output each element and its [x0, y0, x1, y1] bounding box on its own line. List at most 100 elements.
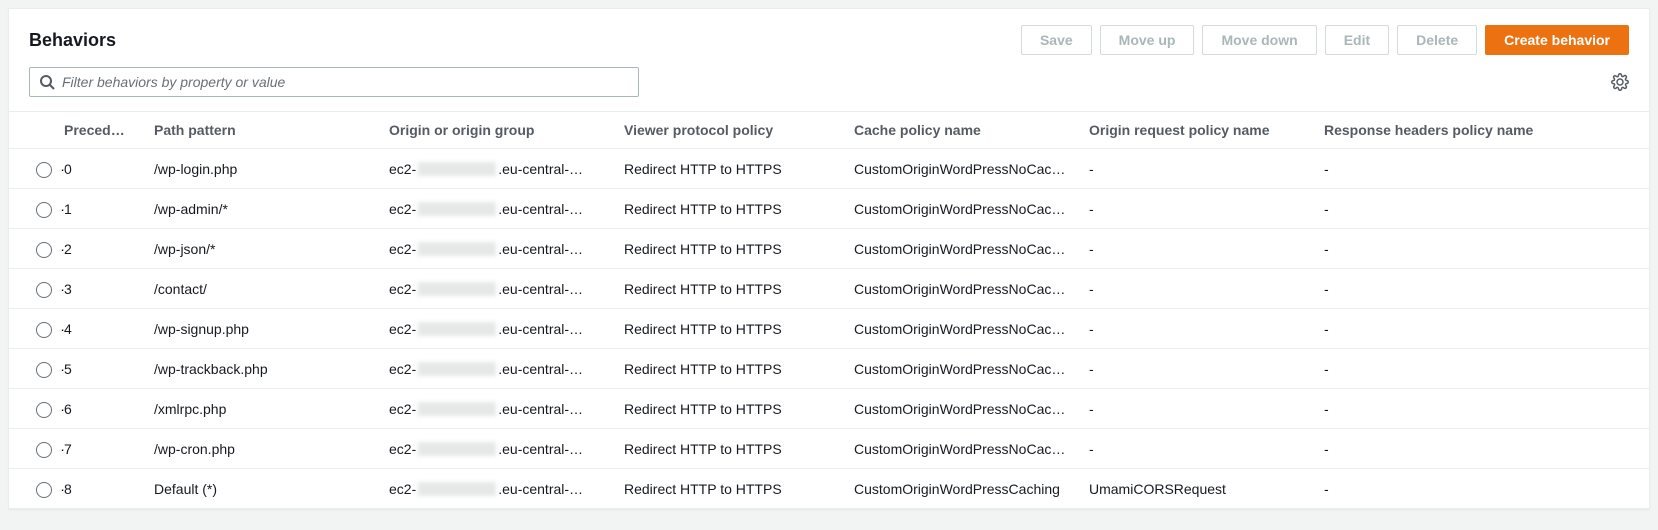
cell-cache-policy: CustomOriginWordPressNoCaching: [854, 389, 1089, 429]
table-row: 3/contact/ec2-.eu-central-…Redirect HTTP…: [9, 269, 1649, 309]
row-select-radio[interactable]: [36, 162, 52, 178]
row-select-radio[interactable]: [36, 242, 52, 258]
cell-precedence: 4: [64, 309, 154, 349]
cell-origin-request-policy: -: [1089, 229, 1324, 269]
cell-origin: ec2- .eu-central-…: [389, 189, 624, 229]
origin-suffix: .eu-central-…: [498, 361, 583, 377]
create-behavior-button[interactable]: Create behavior: [1485, 25, 1629, 55]
col-viewer-policy[interactable]: Viewer protocol policy: [624, 112, 854, 149]
table-row: 0/wp-login.phpec2-.eu-central-…Redirect …: [9, 149, 1649, 189]
search-wrap: [29, 67, 639, 97]
cell-precedence: 2: [64, 229, 154, 269]
cell-origin-request-policy: -: [1089, 189, 1324, 229]
cell-origin-request-policy: -: [1089, 429, 1324, 469]
edit-button[interactable]: Edit: [1325, 25, 1389, 55]
behaviors-panel: Behaviors Save Move up Move down Edit De…: [8, 8, 1650, 509]
row-select-radio[interactable]: [36, 322, 52, 338]
cell-precedence: 0: [64, 149, 154, 189]
cell-cache-policy: CustomOriginWordPressNoCaching: [854, 349, 1089, 389]
gear-icon[interactable]: [1611, 73, 1629, 91]
table-row: 8Default (*)ec2-.eu-central-…Redirect HT…: [9, 469, 1649, 509]
origin-suffix: .eu-central-…: [498, 241, 583, 257]
cell-origin: ec2- .eu-central-…: [389, 229, 624, 269]
save-button[interactable]: Save: [1021, 25, 1092, 55]
row-select-radio[interactable]: [36, 282, 52, 298]
cell-viewer-policy: Redirect HTTP to HTTPS: [624, 149, 854, 189]
behaviors-table: Preced… Path pattern Origin or origin gr…: [9, 111, 1649, 508]
cell-origin-request-policy: UmamiCORSRequest: [1089, 469, 1324, 509]
delete-button[interactable]: Delete: [1397, 25, 1477, 55]
col-precedence[interactable]: Preced…: [64, 112, 154, 149]
cell-viewer-policy: Redirect HTTP to HTTPS: [624, 389, 854, 429]
cell-origin-request-policy: -: [1089, 349, 1324, 389]
cell-cache-policy: CustomOriginWordPressNoCaching: [854, 429, 1089, 469]
cell-path-pattern: /xmlrpc.php: [154, 389, 389, 429]
redacted-segment: [418, 242, 496, 256]
cell-path-pattern: /wp-json/*: [154, 229, 389, 269]
cell-response-headers-policy: -: [1324, 149, 1649, 189]
origin-suffix: .eu-central-…: [498, 401, 583, 417]
redacted-segment: [418, 202, 496, 216]
cell-viewer-policy: Redirect HTTP to HTTPS: [624, 429, 854, 469]
cell-origin-request-policy: -: [1089, 389, 1324, 429]
cell-precedence: 8: [64, 469, 154, 509]
row-select-radio[interactable]: [36, 202, 52, 218]
col-response-headers-policy[interactable]: Response headers policy name: [1324, 112, 1649, 149]
action-bar: Save Move up Move down Edit Delete Creat…: [1021, 25, 1629, 55]
table-header-row: Preced… Path pattern Origin or origin gr…: [9, 112, 1649, 149]
redacted-segment: [418, 442, 496, 456]
row-select-radio[interactable]: [36, 362, 52, 378]
origin-suffix: .eu-central-…: [498, 321, 583, 337]
cell-path-pattern: /wp-cron.php: [154, 429, 389, 469]
col-origin-request-policy[interactable]: Origin request policy name: [1089, 112, 1324, 149]
cell-response-headers-policy: -: [1324, 429, 1649, 469]
row-select-radio[interactable]: [36, 402, 52, 418]
cell-viewer-policy: Redirect HTTP to HTTPS: [624, 269, 854, 309]
panel-title: Behaviors: [29, 30, 116, 51]
move-down-button[interactable]: Move down: [1202, 25, 1316, 55]
origin-prefix: ec2-: [389, 481, 416, 497]
cell-cache-policy: CustomOriginWordPressCaching: [854, 469, 1089, 509]
origin-prefix: ec2-: [389, 201, 416, 217]
search-icon: [39, 74, 55, 90]
table-row: 5/wp-trackback.phpec2-.eu-central-…Redir…: [9, 349, 1649, 389]
cell-path-pattern: /wp-admin/*: [154, 189, 389, 229]
origin-suffix: .eu-central-…: [498, 441, 583, 457]
cell-origin: ec2- .eu-central-…: [389, 349, 624, 389]
col-path-pattern[interactable]: Path pattern: [154, 112, 389, 149]
origin-prefix: ec2-: [389, 161, 416, 177]
cell-viewer-policy: Redirect HTTP to HTTPS: [624, 469, 854, 509]
filter-row: [9, 63, 1649, 111]
move-up-button[interactable]: Move up: [1100, 25, 1195, 55]
cell-precedence: 1: [64, 189, 154, 229]
cell-viewer-policy: Redirect HTTP to HTTPS: [624, 229, 854, 269]
cell-precedence: 6: [64, 389, 154, 429]
origin-prefix: ec2-: [389, 321, 416, 337]
cell-response-headers-policy: -: [1324, 269, 1649, 309]
panel-header: Behaviors Save Move up Move down Edit De…: [9, 9, 1649, 63]
cell-origin-request-policy: -: [1089, 149, 1324, 189]
filter-input[interactable]: [29, 67, 639, 97]
col-cache-policy[interactable]: Cache policy name: [854, 112, 1089, 149]
row-select-radio[interactable]: [36, 442, 52, 458]
col-origin[interactable]: Origin or origin group: [389, 112, 624, 149]
cell-cache-policy: CustomOriginWordPressNoCaching: [854, 269, 1089, 309]
cell-cache-policy: CustomOriginWordPressNoCaching: [854, 189, 1089, 229]
redacted-segment: [418, 482, 496, 496]
table-row: 1/wp-admin/*ec2-.eu-central-…Redirect HT…: [9, 189, 1649, 229]
origin-prefix: ec2-: [389, 241, 416, 257]
redacted-segment: [418, 282, 496, 296]
table-row: 6/xmlrpc.phpec2-.eu-central-…Redirect HT…: [9, 389, 1649, 429]
cell-cache-policy: CustomOriginWordPressNoCaching: [854, 229, 1089, 269]
origin-prefix: ec2-: [389, 361, 416, 377]
cell-origin: ec2- .eu-central-…: [389, 309, 624, 349]
row-select-radio[interactable]: [36, 482, 52, 498]
origin-suffix: .eu-central-…: [498, 281, 583, 297]
cell-response-headers-policy: -: [1324, 189, 1649, 229]
cell-response-headers-policy: -: [1324, 469, 1649, 509]
table-row: 4/wp-signup.phpec2-.eu-central-…Redirect…: [9, 309, 1649, 349]
origin-suffix: .eu-central-…: [498, 201, 583, 217]
cell-path-pattern: Default (*): [154, 469, 389, 509]
cell-origin: ec2-.eu-central-…: [389, 389, 624, 429]
cell-origin: ec2-.eu-central-…: [389, 469, 624, 509]
